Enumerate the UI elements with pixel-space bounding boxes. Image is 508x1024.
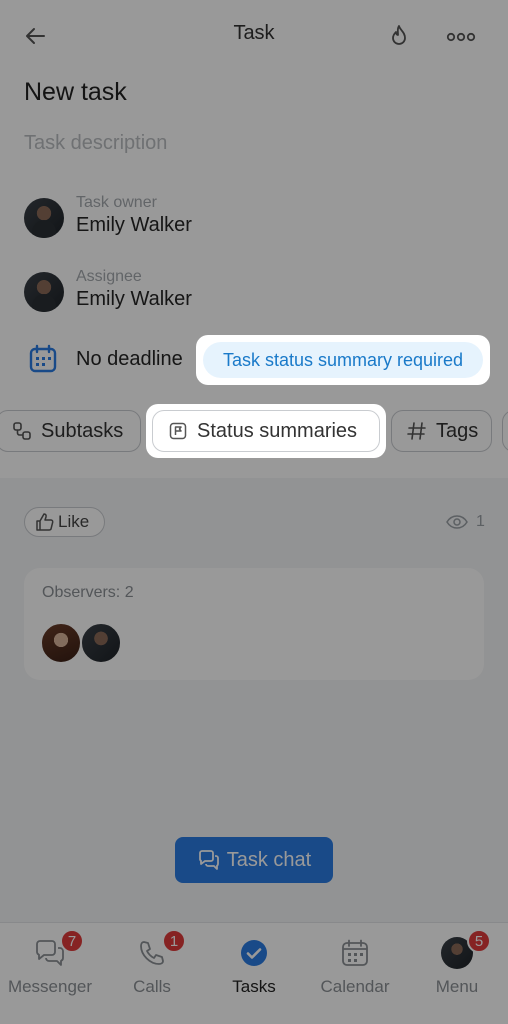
status-summary-required-badge[interactable]: Task status summary required <box>203 342 483 378</box>
more-dots-icon <box>446 32 476 42</box>
calendar-icon <box>339 937 371 969</box>
menu-avatar-icon: 5 <box>441 929 491 969</box>
like-label: Like <box>58 512 90 531</box>
observers-label: Observers: 2 <box>42 584 134 601</box>
chip-label: Tags <box>436 419 479 442</box>
views-count: 1 <box>476 513 485 530</box>
flag-icon <box>167 420 189 442</box>
status-summaries-chip[interactable]: Status summaries <box>152 410 380 452</box>
tab-label: Calls <box>133 977 171 996</box>
flame-icon <box>392 25 406 45</box>
page-title: Task <box>233 22 275 44</box>
menu-badge: 5 <box>467 929 491 953</box>
bottom-tab-bar: 7 Messenger 1 Calls Tasks Calendar 5 Men… <box>0 922 508 1024</box>
person-name: Emily Walker <box>76 214 192 236</box>
avatar <box>40 622 82 664</box>
person-role: Assignee <box>76 268 142 285</box>
thumbs-up-icon <box>36 513 54 531</box>
more-chip[interactable] <box>502 410 508 452</box>
deadline-label[interactable]: No deadline <box>76 348 183 371</box>
phone-icon: 1 <box>136 929 186 969</box>
calendar-icon <box>29 344 57 373</box>
subtasks-icon <box>11 420 33 442</box>
tab-tasks[interactable]: Tasks <box>222 923 286 1013</box>
avatar <box>24 198 64 238</box>
calls-badge: 1 <box>162 929 186 953</box>
messenger-badge: 7 <box>60 929 84 953</box>
eye-icon <box>446 515 468 529</box>
tab-calendar[interactable]: Calendar <box>310 923 400 1013</box>
views-counter: 1 <box>446 512 485 532</box>
tab-menu[interactable]: 5 Menu <box>424 923 491 1013</box>
tab-messenger[interactable]: 7 Messenger <box>4 923 96 1013</box>
task-title[interactable]: New task <box>24 78 127 107</box>
task-description-field[interactable]: Task description <box>24 132 167 155</box>
subtasks-chip[interactable]: Subtasks <box>0 410 141 452</box>
tab-label: Tasks <box>232 977 276 996</box>
task-screen: Task New task Task description Task owne… <box>0 0 508 1024</box>
more-options-button[interactable] <box>444 20 478 54</box>
task-chat-button[interactable]: Task chat <box>175 837 333 883</box>
avatar <box>80 622 122 664</box>
tab-label: Messenger <box>7 977 93 996</box>
task-owner-row[interactable]: Task owner Emily Walker <box>24 194 324 242</box>
check-circle-icon <box>238 937 270 969</box>
chat-icon: 7 <box>34 929 84 969</box>
tab-label: Calendar <box>320 977 390 996</box>
tab-label: Menu <box>435 977 479 996</box>
avatar <box>24 272 64 312</box>
hashtag-icon <box>406 420 428 442</box>
observers-card[interactable]: Observers: 2 <box>24 568 484 680</box>
header: Task <box>0 0 508 72</box>
person-role: Task owner <box>76 194 157 211</box>
assignee-row[interactable]: Assignee Emily Walker <box>24 268 324 316</box>
person-name: Emily Walker <box>76 288 192 310</box>
tags-chip[interactable]: Tags <box>391 410 492 452</box>
task-chat-label: Task chat <box>226 848 312 871</box>
chip-label: Subtasks <box>41 419 124 442</box>
priority-button[interactable] <box>382 20 416 54</box>
chip-label: Status summaries <box>197 419 358 442</box>
tab-calls[interactable]: 1 Calls <box>118 923 186 1013</box>
chat-icon <box>197 848 221 872</box>
like-button[interactable]: Like <box>24 507 105 537</box>
